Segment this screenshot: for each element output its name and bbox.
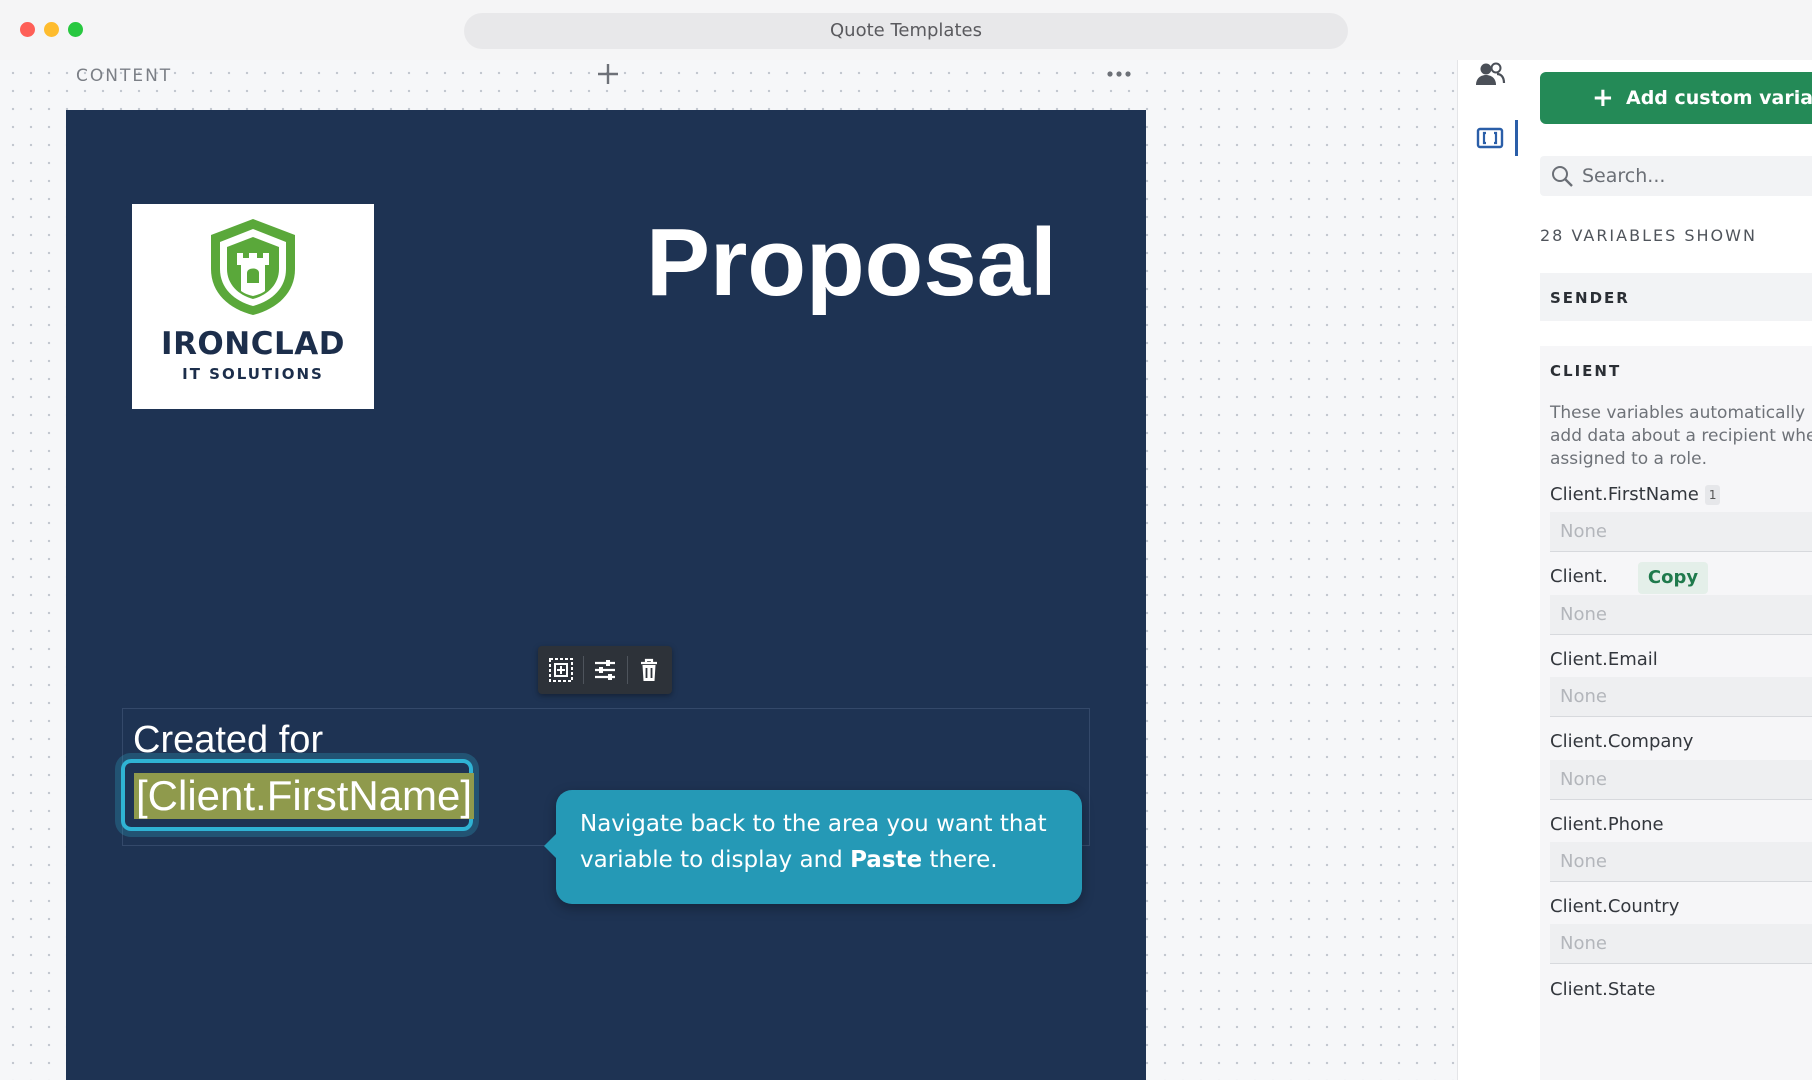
client-section-description: These variables automatically add data a… [1550,403,1812,469]
copy-variable-button[interactable]: Copy [1638,562,1708,594]
add-to-block-icon[interactable] [545,654,577,686]
variable-label: Client.Phone [1550,814,1664,835]
variable-value-field[interactable]: None [1550,842,1812,882]
maximize-window-button[interactable] [68,22,83,37]
close-window-button[interactable] [20,22,35,37]
more-options-icon[interactable] [1106,66,1132,82]
add-custom-variable-button[interactable]: + Add custom variable [1540,72,1812,124]
variable-label: Client. Copy [1550,562,1708,594]
document-title[interactable]: Proposal [646,208,1057,318]
created-for-text[interactable]: Created for [133,719,323,762]
variable-label: Client.Email [1550,649,1658,670]
guide-tooltip: Navigate back to the area you want that … [544,790,1082,904]
trash-icon[interactable] [633,654,665,686]
variable-label: Client.Company [1550,731,1694,752]
variable-label: Client.Country [1550,896,1680,917]
client-section-title: CLIENT [1550,362,1622,380]
side-rail [1457,60,1523,1080]
logo-title: IRONCLAD [161,326,345,362]
tooltip-text-end: there. [922,847,998,873]
variable-value-field[interactable]: None [1550,760,1812,800]
sender-section-title: SENDER [1550,289,1630,307]
variable-label: Client.State [1550,979,1656,1000]
variable-value: None [1560,933,1607,954]
variables-panel: + Add custom variable 28 VARIABLES SHOWN… [1522,60,1812,1080]
search-icon [1552,166,1573,187]
variable-value: None [1560,604,1607,625]
variable-value-field[interactable]: None [1550,677,1812,717]
add-block-plus-icon[interactable] [594,60,622,88]
company-logo[interactable]: IRONCLAD IT SOLUTIONS [132,204,374,409]
toolbar-divider [627,656,628,684]
toolbar-divider [583,656,584,684]
search-input[interactable] [1582,156,1812,196]
tooltip-arrow [544,834,556,858]
sender-section[interactable]: SENDER [1540,273,1812,321]
variable-value: None [1560,521,1607,542]
variable-value-field[interactable]: None [1550,924,1812,964]
variable-value: None [1560,686,1607,707]
variable-name: Client.FirstName [1550,484,1699,505]
variable-value-field[interactable]: None [1550,595,1812,635]
logo-subtitle: IT SOLUTIONS [182,365,324,383]
variable-name: Client. [1550,566,1608,587]
app-window: Quote Templates CONTENT IRONCLAD IT SOLU… [0,0,1812,1080]
settings-sliders-icon[interactable] [589,654,621,686]
editor-canvas[interactable]: CONTENT IRONCLAD IT SOLUTIONS Proposal C… [0,60,1457,1080]
variable-value-field[interactable]: None [1550,512,1812,552]
title-bar: Quote Templates [0,0,1812,61]
variable-highlight[interactable]: [Client.FirstName] [121,759,475,831]
proposal-page[interactable]: IRONCLAD IT SOLUTIONS Proposal Created f… [66,110,1146,1080]
plus-icon: + [1592,83,1614,113]
minimize-window-button[interactable] [44,22,59,37]
variable-token[interactable]: [Client.FirstName] [134,773,475,819]
add-custom-variable-label: Add custom variable [1626,87,1812,109]
variable-search[interactable] [1540,156,1812,196]
usage-count-badge: 1 [1704,485,1721,505]
client-section: CLIENT These variables automatically add… [1540,346,1812,1080]
variable-value: None [1560,851,1607,872]
tooltip-bold-text: Paste [850,847,923,873]
castle-shield-icon [211,219,295,315]
variables-brackets-icon[interactable] [1474,122,1506,154]
active-tab-indicator [1515,120,1518,156]
block-toolbar [538,646,672,694]
users-icon[interactable] [1474,58,1506,90]
variables-shown-count: 28 VARIABLES SHOWN [1540,226,1757,245]
content-section-label: CONTENT [76,66,173,86]
variable-label: Client.FirstName 1 [1550,484,1721,505]
variable-value: None [1560,769,1607,790]
window-title: Quote Templates [464,13,1348,49]
